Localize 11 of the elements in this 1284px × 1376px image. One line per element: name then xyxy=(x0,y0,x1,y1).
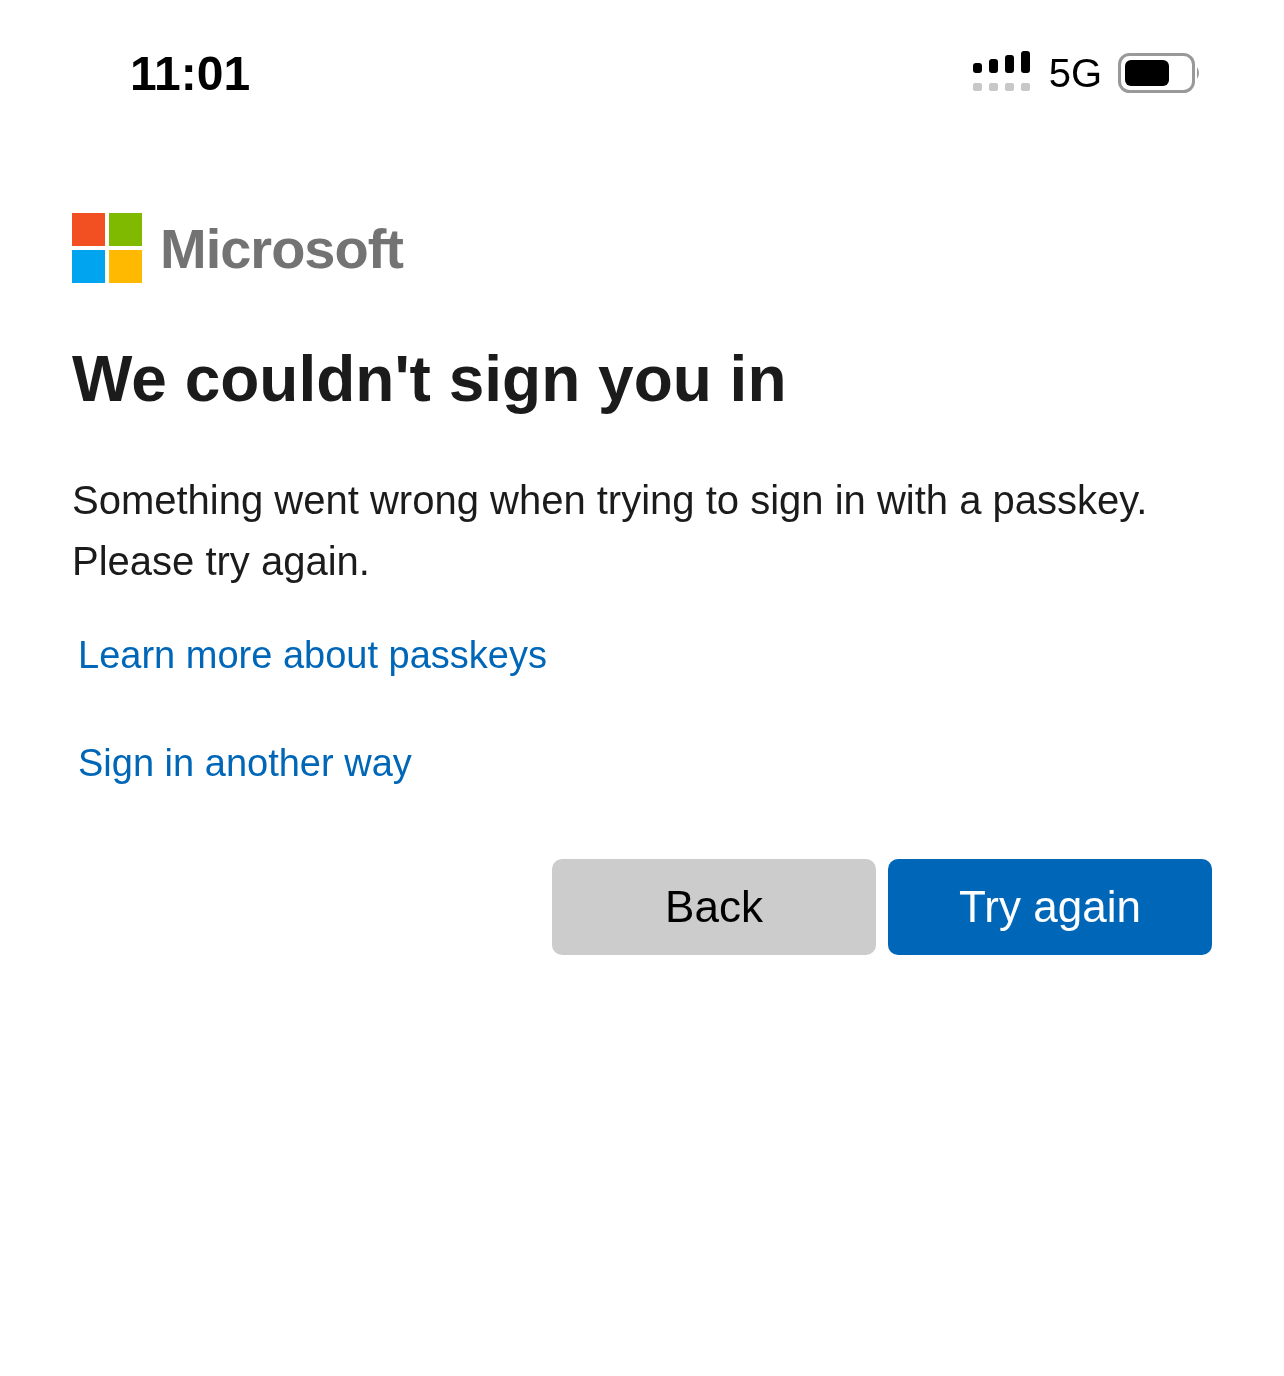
brand-name: Microsoft xyxy=(160,215,403,281)
battery-icon xyxy=(1118,53,1202,93)
back-button[interactable]: Back xyxy=(552,858,876,955)
page-title: We couldn't sign you in xyxy=(72,342,788,417)
clock-time: 11:01 xyxy=(130,45,251,101)
logo-icon xyxy=(72,213,142,283)
try-again-button[interactable]: Try again xyxy=(888,858,1212,955)
network-type: 5G xyxy=(1048,50,1102,96)
error-message: Something went wrong when trying to sign in with a passkey. Please try again. xyxy=(72,476,1149,585)
text-link[interactable]: Sign in another way xyxy=(78,741,412,784)
text-link[interactable]: Learn more about passkeys xyxy=(78,633,547,676)
